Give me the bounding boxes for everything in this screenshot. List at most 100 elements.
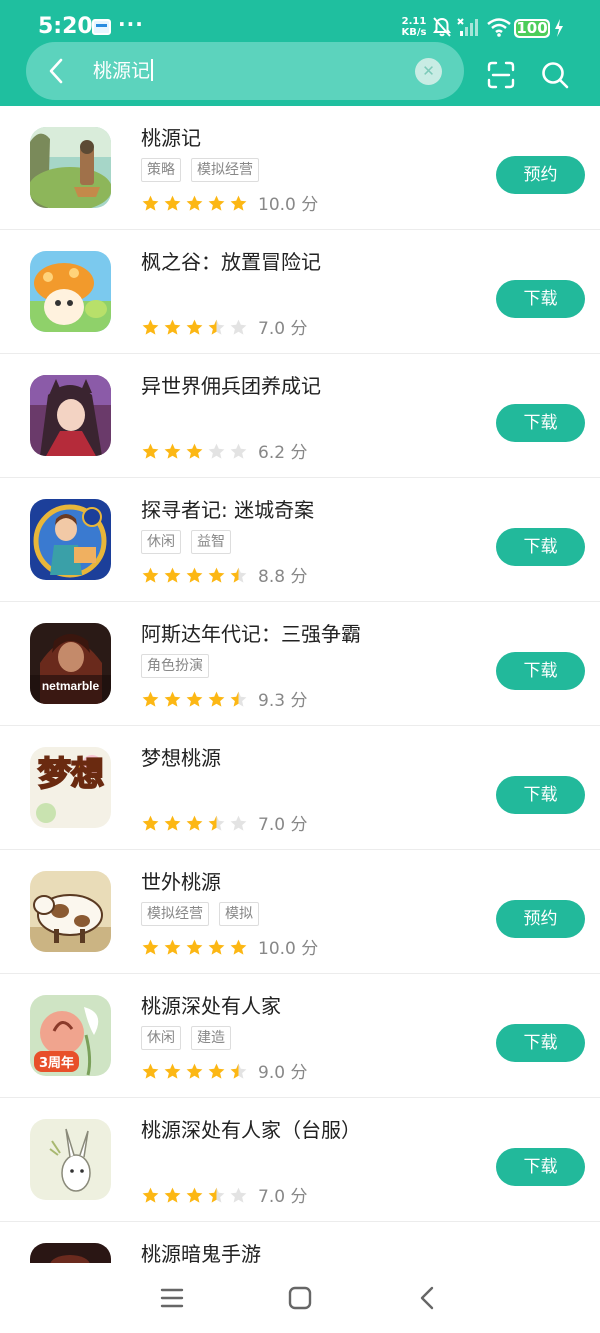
dark-icon (30, 1243, 111, 1263)
star-icon (186, 443, 203, 459)
home-icon[interactable] (286, 1285, 314, 1311)
star-icon (164, 1063, 181, 1079)
star-icon (186, 939, 203, 955)
clear-search-button[interactable]: ✕ (415, 58, 442, 85)
back-icon[interactable] (414, 1285, 442, 1311)
scan-icon[interactable] (486, 60, 516, 90)
download-button[interactable]: 下载 (496, 528, 585, 566)
rating: 6.2 分 (141, 438, 307, 463)
download-button[interactable]: 下载 (496, 652, 585, 690)
dream-icon: 梦想 (30, 747, 111, 828)
app-name[interactable]: 异世界佣兵团养成记 (141, 370, 321, 399)
result-item[interactable]: 梦想 梦想桃源 7.0 分 下载 (0, 726, 600, 850)
star-icon (164, 691, 181, 707)
app-name[interactable]: 阿斯达年代记：三强争霸 (141, 618, 361, 647)
download-button[interactable]: 下载 (496, 280, 585, 318)
system-nav-bar (0, 1263, 600, 1333)
app-name[interactable]: 桃源暗鬼手游 (141, 1238, 261, 1263)
netmarble-icon: netmarble (30, 623, 111, 704)
result-item[interactable]: 异世界佣兵团养成记 6.2 分 下载 (0, 354, 600, 478)
app-name[interactable]: 桃源深处有人家（台服） (141, 1114, 361, 1143)
result-item[interactable]: 枫之谷：放置冒险记 7.0 分 下载 (0, 230, 600, 354)
star-rating (141, 937, 251, 957)
score-text: 9.3 分 (258, 691, 308, 711)
app-name[interactable]: 梦想桃源 (141, 742, 221, 771)
star-icon (230, 691, 247, 707)
app-name[interactable]: 探寻者记: 迷城奇案 (141, 494, 314, 523)
star-icon (164, 319, 181, 335)
star-icon (230, 815, 247, 831)
star-rating (141, 1061, 251, 1081)
search-icon[interactable] (540, 60, 570, 90)
tag: 模拟经营 (141, 902, 209, 926)
cow-icon (30, 871, 111, 952)
download-button[interactable]: 下载 (496, 1024, 585, 1062)
tag: 策略 (141, 158, 181, 182)
network-speed-value: 2.11 (401, 16, 427, 27)
anime-girl-icon (30, 375, 111, 456)
result-item[interactable]: 桃源深处有人家（台服） 7.0 分 下载 (0, 1098, 600, 1222)
star-rating (141, 441, 251, 461)
rating: 9.3 分 (141, 686, 308, 711)
download-button[interactable]: 下载 (496, 776, 585, 814)
result-item[interactable]: 探寻者记: 迷城奇案 休闲 益智 8.8 分 下载 (0, 478, 600, 602)
star-icon (208, 195, 225, 211)
tag: 角色扮演 (141, 654, 209, 678)
tag: 建造 (191, 1026, 231, 1050)
peach-bird-icon: 3周年 (30, 995, 111, 1076)
top-header: 5:20 ··· 2.11 KB/s 100 桃源记 ✕ (0, 0, 600, 106)
result-item[interactable]: 世外桃源 模拟经营 模拟 10.0 分 预约 (0, 850, 600, 974)
app-name[interactable]: 世外桃源 (141, 866, 221, 895)
score-text: 10.0 分 (258, 195, 319, 215)
dream-logo-text: 梦想 (37, 754, 105, 793)
app-name[interactable]: 桃源深处有人家 (141, 990, 281, 1019)
star-icon (142, 939, 159, 955)
back-arrow-icon[interactable] (42, 55, 72, 87)
star-icon (164, 443, 181, 459)
rating: 9.0 分 (141, 1058, 307, 1083)
app-name[interactable]: 枫之谷：放置冒险记 (141, 246, 321, 275)
close-icon: ✕ (422, 62, 435, 80)
star-icon (164, 195, 181, 211)
download-button[interactable]: 下载 (496, 1148, 585, 1186)
score-text: 8.8 分 (258, 567, 308, 587)
status-bar: 5:20 ··· 2.11 KB/s 100 (0, 0, 600, 44)
star-rating (141, 813, 251, 833)
peach-garden-icon (30, 127, 111, 208)
rating: 8.8 分 (141, 562, 308, 587)
search-input[interactable]: 桃源记 (93, 58, 153, 84)
result-item[interactable]: netmarble 阿斯达年代记：三强争霸 角色扮演 9.3 分 下载 (0, 602, 600, 726)
mushroom-icon (30, 251, 111, 332)
network-speed: 2.11 KB/s (400, 16, 428, 38)
charging-icon (555, 19, 563, 37)
result-item[interactable]: 3周年 桃源深处有人家 休闲 建造 9.0 分 下载 (0, 974, 600, 1098)
star-icon (208, 443, 225, 459)
search-results-list[interactable]: 桃源记 策略 模拟经营 10.0 分 预约 枫之谷：放置冒险记 7.0 分 下载 … (0, 106, 600, 1263)
star-icon (208, 567, 225, 583)
battery-icon: 100 (514, 19, 550, 38)
reserve-button[interactable]: 预约 (496, 156, 585, 194)
star-icon (142, 815, 159, 831)
star-icon (142, 1063, 159, 1079)
star-icon (142, 443, 159, 459)
download-button[interactable]: 下载 (496, 404, 585, 442)
star-icon (186, 567, 203, 583)
result-item[interactable]: 桃源暗鬼手游 (0, 1222, 600, 1263)
rating: 10.0 分 (141, 190, 319, 215)
star-icon (142, 567, 159, 583)
star-rating (141, 317, 251, 337)
app-name[interactable]: 桃源记 (141, 122, 201, 151)
recent-apps-icon[interactable] (158, 1285, 186, 1311)
star-icon (164, 567, 181, 583)
tag: 休闲 (141, 530, 181, 554)
score-text: 7.0 分 (258, 319, 308, 339)
star-icon (208, 1063, 225, 1079)
signal-icon (457, 18, 478, 36)
wifi-icon (487, 18, 511, 37)
star-icon (208, 691, 225, 707)
result-item[interactable]: 桃源记 策略 模拟经营 10.0 分 预约 (0, 106, 600, 230)
reserve-button[interactable]: 预约 (496, 900, 585, 938)
bell-muted-icon (433, 17, 451, 37)
star-icon (230, 195, 247, 211)
search-bar[interactable] (26, 42, 464, 100)
